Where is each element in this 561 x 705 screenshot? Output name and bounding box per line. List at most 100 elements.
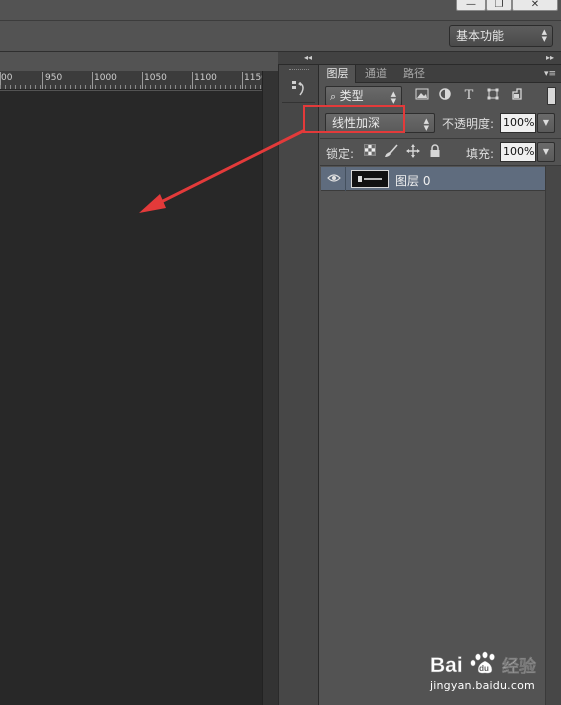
lock-transparent-icon[interactable] [362, 144, 378, 160]
ruler-minor-tick [30, 85, 31, 89]
updown-arrows-icon: ▲ ▼ [390, 90, 396, 105]
ruler-minor-tick [195, 85, 196, 89]
dock-header: ◂◂ ▸▸ [278, 52, 561, 65]
smart-object-filter-icon[interactable] [509, 88, 525, 104]
document-canvas[interactable] [0, 91, 262, 705]
svg-text:经验: 经验 [502, 656, 537, 677]
highlight-box [303, 105, 405, 133]
ruler-minor-tick [50, 85, 51, 89]
ruler-minor-tick [85, 85, 86, 89]
layers-scrollbar[interactable] [546, 166, 561, 705]
ruler-minor-tick [220, 85, 221, 89]
opacity-input[interactable]: 100% [500, 113, 536, 133]
restore-button[interactable]: ❐ [486, 0, 512, 11]
panel-icon-strip [278, 65, 319, 705]
ruler-label: 00 [1, 73, 13, 83]
updown-arrows-icon: ▲ ▼ [423, 117, 429, 132]
fill-input[interactable]: 100% [500, 142, 536, 162]
lock-label: 锁定: [326, 147, 355, 161]
divider [345, 167, 346, 191]
ruler-minor-tick [230, 85, 231, 89]
shape-filter-icon[interactable] [485, 88, 501, 104]
ruler-minor-tick [240, 85, 241, 89]
ruler-minor-tick [235, 85, 236, 89]
fill-dropdown-button[interactable]: ▼ [537, 142, 555, 162]
filter-toggle-switch[interactable] [547, 87, 556, 105]
ruler-minor-tick [210, 85, 211, 89]
ruler-minor-tick [260, 85, 261, 89]
divider [320, 138, 561, 139]
history-brush-icon[interactable] [289, 78, 309, 98]
svg-text:du: du [479, 664, 489, 673]
layer-thumbnail [351, 170, 389, 188]
search-icon: ⌕ [330, 90, 340, 103]
horizontal-ruler: 00 950 1000 1050 1100 1150 [0, 71, 262, 90]
ruler-minor-tick [215, 85, 216, 89]
panel-menu-icon[interactable]: ▾≡ [541, 66, 559, 82]
ruler-label: 1050 [144, 73, 167, 83]
ruler-minor-tick [250, 85, 251, 89]
lock-image-icon[interactable] [383, 144, 399, 160]
ruler-minor-tick [160, 85, 161, 89]
ruler-label: 1100 [194, 73, 217, 83]
updown-arrows-icon: ▲ ▼ [541, 28, 547, 43]
layers-list [320, 166, 546, 705]
ruler-minor-tick [15, 85, 16, 89]
type-filter-icon[interactable]: T [461, 88, 477, 104]
tab-paths[interactable]: 路径 [396, 65, 432, 83]
image-filter-icon[interactable] [414, 88, 430, 104]
minimize-button[interactable]: — [456, 0, 486, 11]
layer-filter-kind-select[interactable]: ⌕ 类型 ▲ ▼ [325, 86, 402, 106]
ruler-minor-tick [5, 85, 6, 89]
ruler-tick [242, 72, 243, 89]
lock-all-icon[interactable] [427, 144, 443, 160]
ruler-tick [92, 72, 93, 89]
ruler-minor-tick [55, 85, 56, 89]
ruler-minor-tick [145, 85, 146, 89]
eye-icon[interactable] [326, 171, 342, 187]
collapse-strip-button[interactable]: ◂◂ [304, 52, 312, 64]
lock-position-icon[interactable] [405, 144, 421, 160]
ruler-minor-tick [65, 85, 66, 89]
ruler-minor-tick [130, 85, 131, 89]
ruler-minor-tick [40, 85, 41, 89]
ruler-minor-tick [140, 85, 141, 89]
ruler-minor-tick [60, 85, 61, 89]
ruler-minor-tick [35, 85, 36, 89]
ruler-minor-tick [120, 85, 121, 89]
ruler-minor-tick [20, 85, 21, 89]
watermark-url: jingyan.baidu.com [430, 679, 535, 692]
tab-layers[interactable]: 图层 [320, 65, 356, 83]
strip-grip[interactable] [289, 69, 309, 71]
ruler-minor-tick [80, 85, 81, 89]
ruler-minor-tick [75, 85, 76, 89]
ruler-minor-tick [10, 85, 11, 89]
ruler-minor-tick [125, 85, 126, 89]
ruler-minor-tick [135, 85, 136, 89]
ruler-minor-tick [90, 85, 91, 89]
divider [282, 102, 315, 103]
ruler-minor-tick [110, 85, 111, 89]
ruler-minor-tick [150, 85, 151, 89]
ruler-label: 950 [45, 73, 63, 83]
ruler-minor-tick [190, 85, 191, 89]
collapse-panel-button[interactable]: ▸▸ [546, 52, 554, 64]
ruler-tick [192, 72, 193, 89]
ruler-tick [142, 72, 143, 89]
workspace-select[interactable]: 基本功能 ▲ ▼ [449, 25, 553, 47]
chevron-down-icon: ▼ [542, 147, 550, 156]
ruler-minor-tick [185, 85, 186, 89]
ruler-tick [42, 72, 43, 89]
opacity-dropdown-button[interactable]: ▼ [537, 113, 555, 133]
fill-label: 填充: [466, 147, 495, 161]
ruler-minor-tick [45, 85, 46, 89]
close-button[interactable]: ✕ [512, 0, 558, 11]
adjustment-filter-icon[interactable] [437, 88, 453, 104]
tab-channels[interactable]: 通道 [357, 65, 395, 83]
ruler-minor-tick [95, 85, 96, 89]
ruler-minor-tick [70, 85, 71, 89]
ruler-minor-tick [105, 85, 106, 89]
layer-name[interactable]: 图层 0 [395, 172, 430, 189]
canvas-vertical-scrollbar[interactable] [262, 71, 278, 705]
ruler-minor-tick [165, 85, 166, 89]
